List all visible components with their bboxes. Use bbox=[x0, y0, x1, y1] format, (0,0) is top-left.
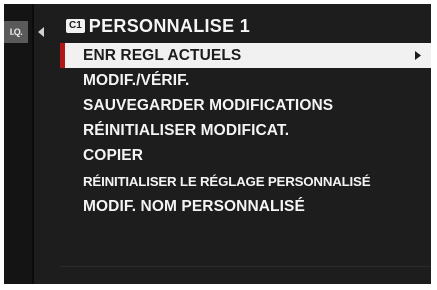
menu-item-sauvegarder-modifications[interactable]: SAUVEGARDER MODIFICATIONS bbox=[60, 93, 431, 118]
menu-item-modif-verif[interactable]: MODIF./VÉRIF. bbox=[60, 68, 431, 93]
custom-setting-badge: C1 bbox=[66, 19, 85, 33]
camera-menu-screen: I.Q. C1 PERSONNALISE 1 ENR REGL ACTUELS … bbox=[4, 4, 431, 284]
menu-item-label: MODIF. NOM PERSONNALISÉ bbox=[83, 197, 305, 215]
menu-item-label: COPIER bbox=[83, 147, 144, 165]
rail-divider bbox=[32, 4, 34, 284]
back-arrow-icon[interactable] bbox=[34, 24, 48, 40]
menu-item-label: SAUVEGARDER MODIFICATIONS bbox=[83, 96, 334, 114]
menu-item-label: RÉINITIALISER MODIFICAT. bbox=[83, 122, 290, 140]
menu-header: C1 PERSONNALISE 1 bbox=[66, 14, 250, 38]
menu-list: ENR REGL ACTUELS MODIF./VÉRIF. SAUVEGARD… bbox=[60, 43, 431, 219]
menu-item-reinitialiser-modificat[interactable]: RÉINITIALISER MODIFICAT. bbox=[60, 119, 431, 144]
menu-item-reinitialiser-reglage-personnalise[interactable]: RÉINITIALISER LE RÉGLAGE PERSONNALISÉ bbox=[60, 169, 431, 194]
menu-item-label: RÉINITIALISER LE RÉGLAGE PERSONNALISÉ bbox=[83, 174, 371, 190]
menu-item-modif-nom-personnalise[interactable]: MODIF. NOM PERSONNALISÉ bbox=[60, 194, 431, 219]
side-tab-image-quality[interactable]: I.Q. bbox=[4, 21, 28, 43]
menu-item-enr-regl-actuels[interactable]: ENR REGL ACTUELS bbox=[60, 43, 431, 69]
side-tab-rail: I.Q. bbox=[4, 4, 32, 284]
menu-item-label: ENR REGL ACTUELS bbox=[83, 46, 242, 64]
submenu-arrow-icon bbox=[415, 51, 421, 60]
menu-item-label: MODIF./VÉRIF. bbox=[83, 71, 190, 89]
menu-item-copier[interactable]: COPIER bbox=[60, 144, 431, 169]
page-title: PERSONNALISE 1 bbox=[88, 15, 251, 36]
footer-divider bbox=[60, 266, 431, 267]
